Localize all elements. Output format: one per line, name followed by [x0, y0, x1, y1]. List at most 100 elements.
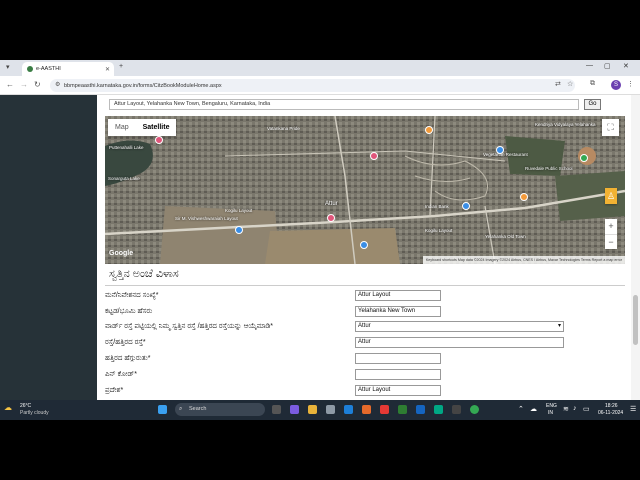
form-row-area: ಪ್ರದೇಶ* Attur Layout — [105, 385, 625, 398]
task-view-icon[interactable] — [272, 405, 281, 414]
weather-temp[interactable]: 26°C — [20, 403, 31, 409]
satellite-map[interactable]: Map Satellite ⛶ ♙ + − Vatankana Pride Pu… — [105, 116, 625, 264]
divider — [105, 285, 625, 286]
minimize-icon[interactable]: — — [586, 62, 593, 69]
map-poi-icon[interactable] — [520, 193, 528, 201]
bookmark-star-icon[interactable]: ☆ — [567, 80, 573, 88]
zoom-in-icon[interactable]: + — [605, 219, 617, 234]
weather-icon[interactable]: ☁ — [4, 403, 12, 412]
map-label: Kendriya Vidyalaya Yelahanka — [535, 122, 596, 127]
map-label: Ruvedale Public School — [525, 166, 573, 171]
map-type-control: Map Satellite — [108, 119, 177, 136]
form-row-pincode: ಪಿನ್ ಕೋಡ್* — [105, 369, 625, 382]
form-row-house-number: ಮನೆ/ನಿವೇಶನದ ಸಂಖ್ಯೆ* Attur Layout — [105, 290, 625, 303]
tray-chevron-icon[interactable]: ⌃ — [518, 405, 524, 413]
map-label: Vatankana Pride — [267, 126, 300, 131]
road-input[interactable]: Attur — [355, 337, 564, 348]
weather-desc[interactable]: Partly cloudy — [20, 410, 49, 416]
map-poi-icon[interactable] — [496, 146, 504, 154]
onedrive-icon[interactable]: ☁ — [530, 405, 537, 413]
language-top[interactable]: ENG — [546, 403, 557, 409]
area-input[interactable]: Attur Layout — [355, 385, 441, 396]
pegman-icon[interactable]: ♙ — [605, 188, 617, 204]
map-poi-icon[interactable] — [462, 202, 470, 210]
battery-icon[interactable]: ▭ — [583, 405, 590, 413]
app-icon[interactable] — [326, 405, 335, 414]
site-info-icon[interactable]: ⚙ — [55, 81, 60, 88]
browser-tab-strip: ▾ e-AASTHI ✕ + — ▢ ✕ — [0, 60, 640, 76]
house-number-input[interactable]: Attur Layout — [355, 290, 441, 301]
map-poi-icon[interactable] — [235, 226, 243, 234]
field-label: ಪಿನ್ ಕೋಡ್* — [105, 371, 137, 378]
pincode-input[interactable] — [355, 369, 441, 380]
map-poi-icon[interactable] — [370, 152, 378, 160]
location-marker-icon[interactable] — [327, 214, 335, 222]
map-label: Sonarguta Lake — [108, 176, 140, 181]
back-icon[interactable]: ← — [6, 80, 14, 89]
forward-icon[interactable]: → — [20, 80, 28, 89]
wifi-icon[interactable]: ≋ — [563, 405, 569, 413]
maximize-icon[interactable]: ▢ — [604, 62, 611, 70]
chrome-icon[interactable] — [470, 405, 479, 414]
field-label: ಹತ್ತಿರದ ಹೆಗ್ಗುರುತು* — [105, 355, 151, 362]
map-label: Indian Bank — [425, 204, 449, 209]
map-label: Vegetarian Restaurant — [483, 152, 528, 157]
word-icon[interactable] — [416, 405, 425, 414]
notifications-icon[interactable]: ☰ — [630, 405, 636, 413]
profile-avatar[interactable]: S — [611, 80, 621, 90]
address-bar[interactable]: ⚙ bbmpeaasthi.karnataka.gov.in/forms/Cit… — [50, 79, 575, 92]
taskbar: ☁ 26°C Partly cloudy ⌕ Search ⌃ ☁ ENG IN… — [0, 400, 640, 420]
translate-icon[interactable]: ⇄ — [555, 80, 561, 88]
teams-icon[interactable] — [290, 405, 299, 414]
volume-icon[interactable]: ♪ — [573, 405, 577, 412]
field-label: ಮನೆ/ನಿವೇಶನದ ಸಂಖ್ಯೆ* — [105, 292, 159, 299]
firefox-icon[interactable] — [362, 405, 371, 414]
address-search-input[interactable]: Attur Layout, Yelahanka New Town, Bengal… — [109, 99, 579, 110]
main-content: Attur Layout, Yelahanka New Town, Bengal… — [97, 95, 640, 400]
map-poi-icon[interactable] — [425, 126, 433, 134]
url-text: bbmpeaasthi.karnataka.gov.in/forms/CitzB… — [64, 82, 222, 89]
tab-title: e-AASTHI — [36, 66, 61, 72]
map-poi-icon[interactable] — [360, 241, 368, 249]
close-tab-icon[interactable]: ✕ — [105, 66, 110, 73]
reload-icon[interactable]: ↻ — [34, 80, 41, 89]
language-bottom[interactable]: IN — [548, 410, 553, 416]
map-type-satellite-button[interactable]: Satellite — [136, 119, 177, 136]
go-button[interactable]: Go — [584, 99, 601, 110]
tab-search-icon[interactable]: ▾ — [6, 63, 10, 71]
new-tab-icon[interactable]: + — [119, 63, 123, 70]
scrollbar-thumb[interactable] — [633, 295, 638, 345]
clock-date[interactable]: 06-11-2024 — [598, 410, 623, 416]
map-poi-icon[interactable] — [580, 154, 588, 162]
form-row-road: ರಸ್ತೆ/ಹತ್ತಿರದ ರಸ್ತೆ* Attur — [105, 337, 625, 350]
edge-icon[interactable] — [344, 405, 353, 414]
form-row-ward-road: ವಾರ್ಡ್ ರಸ್ತೆ ಪಟ್ಟಿಯಲ್ಲಿ ನಿಮ್ಮ ಸ್ವತ್ತಿನ ರ… — [105, 321, 625, 334]
browser-tab[interactable]: e-AASTHI ✕ — [22, 62, 114, 76]
whatsapp-icon[interactable] — [434, 405, 443, 414]
extensions-icon[interactable]: ⧉ — [590, 80, 595, 88]
map-attribution[interactable]: Keyboard shortcuts Map data ©2024 Imager… — [422, 256, 625, 264]
page-scrollbar[interactable] — [631, 95, 640, 400]
map-label: Yelahanka Old Town — [485, 234, 526, 239]
taskbar-search[interactable]: ⌕ Search — [175, 403, 265, 416]
zoom-out-icon[interactable]: − — [605, 234, 617, 249]
file-explorer-icon[interactable] — [308, 405, 317, 414]
field-label: ವಾರ್ಡ್ ರಸ್ತೆ ಪಟ್ಟಿಯಲ್ಲಿ ನಿಮ್ಮ ಸ್ವತ್ತಿನ ರ… — [105, 323, 273, 330]
building-name-input[interactable]: Yelahanka New Town — [355, 306, 441, 317]
field-label: ಕಟ್ಟಡ/ಭೂಮಿ ಹೆಸರು — [105, 308, 153, 315]
app-icon[interactable] — [452, 405, 461, 414]
start-windows-icon[interactable] — [158, 405, 167, 414]
ward-road-select[interactable]: Attur — [355, 321, 564, 332]
menu-kebab-icon[interactable]: ⋮ — [627, 80, 634, 88]
map-poi-icon[interactable] — [155, 136, 163, 144]
map-label: Attur — [325, 201, 338, 207]
search-icon: ⌕ — [179, 406, 183, 412]
close-window-icon[interactable]: ✕ — [623, 62, 629, 70]
youtube-icon[interactable] — [380, 405, 389, 414]
landmark-input[interactable] — [355, 353, 441, 364]
fullscreen-icon[interactable]: ⛶ — [602, 119, 619, 136]
map-type-map-button[interactable]: Map — [108, 119, 136, 136]
excel-icon[interactable] — [398, 405, 407, 414]
clock-time[interactable]: 18:26 — [605, 403, 618, 409]
map-label: Sir M. Vishweshwaraiah Layout — [175, 216, 238, 221]
